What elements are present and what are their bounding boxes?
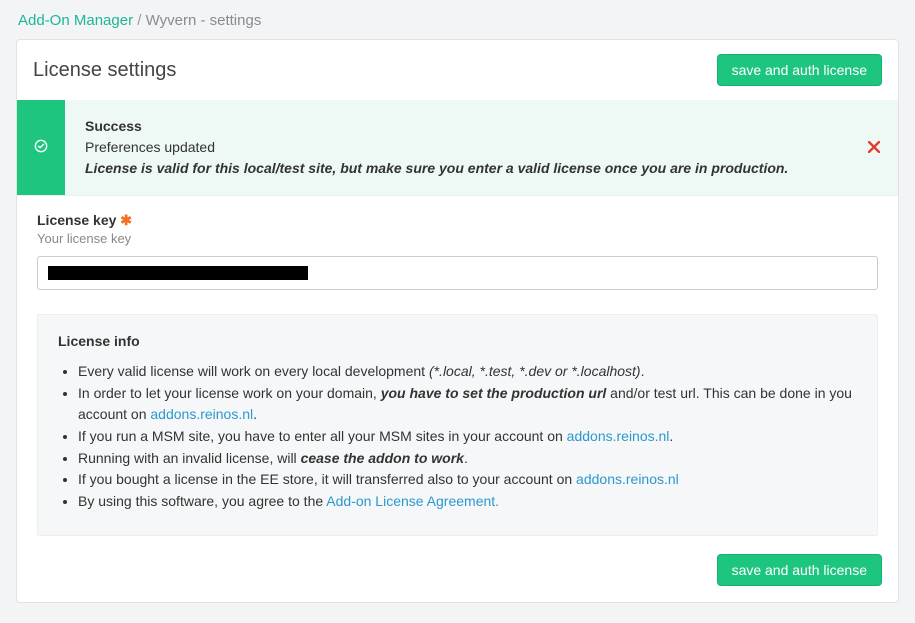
required-star-icon: ✱ (120, 212, 132, 228)
license-info-list: Every valid license will work on every l… (58, 361, 857, 513)
alert-icon-column (17, 100, 65, 195)
breadcrumb-separator: / (137, 12, 145, 29)
check-circle-icon (34, 139, 48, 156)
list-item: If you run a MSM site, you have to enter… (78, 426, 857, 448)
panel-footer: save and auth license (17, 554, 898, 602)
license-key-input[interactable] (37, 256, 878, 290)
list-item: Running with an invalid license, will ce… (78, 448, 857, 470)
addons-link[interactable]: addons.reinos.nl (576, 471, 679, 487)
save-auth-button-top[interactable]: save and auth license (717, 54, 882, 86)
license-key-value-redacted (48, 266, 308, 280)
license-key-label: License key (37, 212, 116, 228)
license-info-heading: License info (58, 333, 857, 349)
alert-title: Success (85, 116, 788, 137)
page-title: License settings (33, 59, 176, 82)
close-icon (868, 140, 880, 156)
license-info-box: License info Every valid license will wo… (37, 314, 878, 536)
close-alert-button[interactable] (868, 140, 880, 156)
alert-message: Preferences updated (85, 139, 215, 155)
list-item: Every valid license will work on every l… (78, 361, 857, 383)
save-auth-button-bottom[interactable]: save and auth license (717, 554, 882, 586)
breadcrumb-root-link[interactable]: Add-On Manager (18, 12, 133, 29)
license-key-hint: Your license key (37, 231, 878, 246)
alert-body: Success Preferences updated License is v… (65, 100, 838, 195)
alert-note: License is valid for this local/test sit… (85, 158, 788, 179)
license-agreement-link[interactable]: Add-on License Agreement. (326, 493, 499, 509)
license-key-field: License key ✱ Your license key (17, 196, 898, 294)
success-alert: Success Preferences updated License is v… (17, 100, 898, 196)
addons-link[interactable]: addons.reinos.nl (150, 406, 253, 422)
list-item: By using this software, you agree to the… (78, 491, 857, 513)
list-item: If you bought a license in the EE store,… (78, 469, 857, 491)
list-item: In order to let your license work on you… (78, 383, 857, 426)
breadcrumb: Add-On Manager / Wyvern - settings (16, 8, 899, 39)
breadcrumb-current: Wyvern - settings (146, 12, 262, 29)
settings-panel: License settings save and auth license S… (16, 39, 899, 603)
addons-link[interactable]: addons.reinos.nl (567, 428, 670, 444)
panel-header: License settings save and auth license (17, 40, 898, 100)
